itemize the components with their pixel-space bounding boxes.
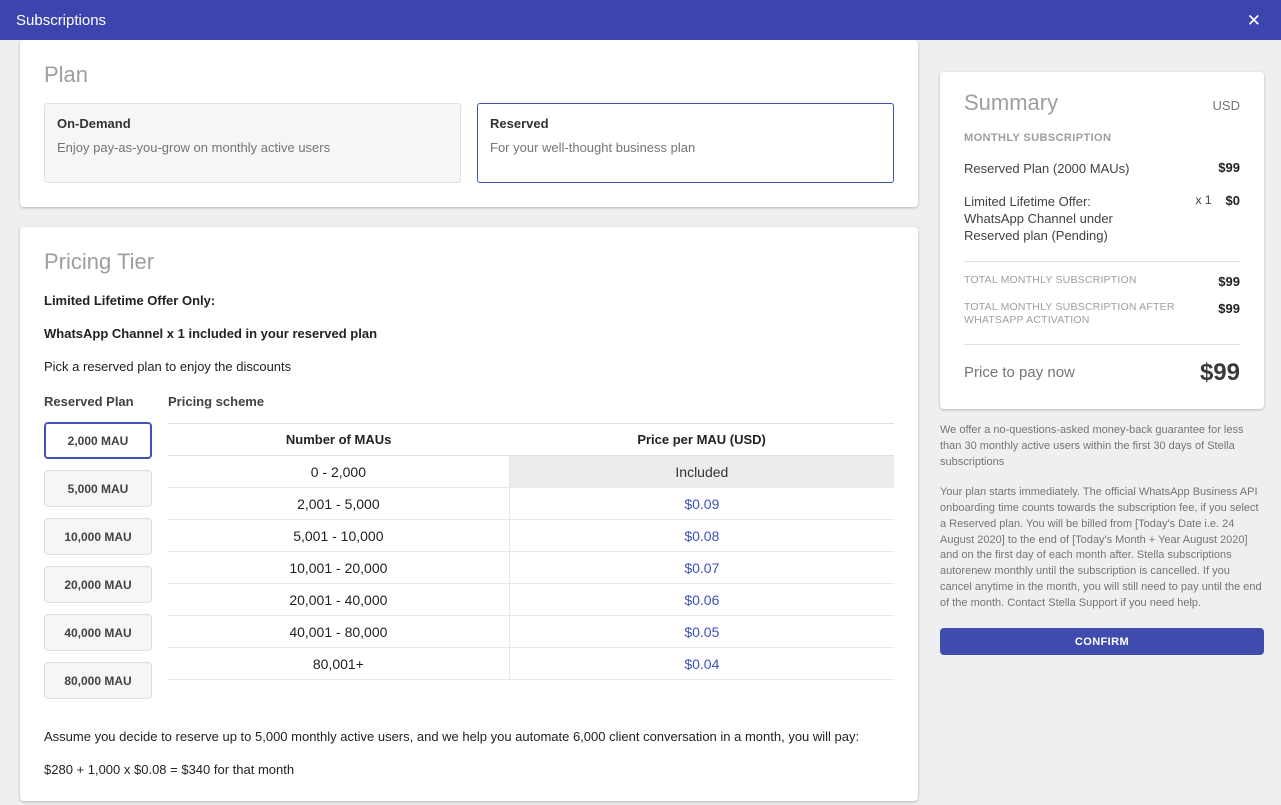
- table-row: 20,001 - 40,000 $0.06: [168, 583, 894, 616]
- mau-button-20000[interactable]: 20,000 MAU: [44, 566, 152, 603]
- app-header: Subscriptions ✕: [0, 0, 1281, 40]
- summary-item-quantity: x 1: [1195, 193, 1212, 208]
- total-amount: $99: [1218, 300, 1240, 316]
- plan-option-on-demand[interactable]: On-Demand Enjoy pay-as-you-grow on month…: [44, 103, 461, 183]
- pricing-table: Number of MAUs Price per MAU (USD) 0 - 2…: [168, 423, 894, 680]
- summary-header: Summary USD: [964, 90, 1240, 116]
- reserved-plan-label: Reserved Plan: [44, 394, 134, 409]
- price-cell: $0.04: [509, 647, 894, 680]
- total-label: TOTAL MONTHLY SUBSCRIPTION AFTER WHATSAP…: [964, 300, 1175, 327]
- summary-item-label: Reserved Plan (2000 MAUs): [964, 161, 1130, 176]
- pricing-grid: Reserved Plan 2,000 MAU 5,000 MAU 10,000…: [44, 394, 894, 699]
- column-header-price: Price per MAU (USD): [509, 423, 894, 456]
- reserved-plans-column: Reserved Plan 2,000 MAU 5,000 MAU 10,000…: [44, 394, 152, 699]
- plan-section-title: Plan: [44, 62, 89, 87]
- plan-options: On-Demand Enjoy pay-as-you-grow on month…: [44, 103, 894, 183]
- table-header-row: Number of MAUs Price per MAU (USD): [168, 423, 894, 456]
- close-icon[interactable]: ✕: [1243, 10, 1265, 31]
- mau-range-cell: 5,001 - 10,000: [168, 519, 510, 552]
- table-row: 80,001+ $0.04: [168, 647, 894, 680]
- plan-option-name: On-Demand: [57, 116, 131, 131]
- total-monthly-subscription-row: TOTAL MONTHLY SUBSCRIPTION $99: [964, 274, 1240, 289]
- monthly-subscription-header: MONTHLY SUBSCRIPTION: [964, 132, 1112, 144]
- left-column: Plan On-Demand Enjoy pay-as-you-grow on …: [20, 40, 918, 801]
- table-row: 5,001 - 10,000 $0.08: [168, 519, 894, 552]
- price-cell: $0.05: [509, 615, 894, 648]
- table-row: 2,001 - 5,000 $0.09: [168, 487, 894, 520]
- mau-button-10000[interactable]: 10,000 MAU: [44, 518, 152, 555]
- pricing-tier-section: Pricing Tier Limited Lifetime Offer Only…: [20, 227, 918, 801]
- summary-item-reserved-plan: Reserved Plan (2000 MAUs) $99: [964, 160, 1240, 177]
- divider: [964, 260, 1240, 262]
- summary-panel: Summary USD MONTHLY SUBSCRIPTION Reserve…: [940, 72, 1264, 409]
- price-to-pay-amount: $99: [1199, 358, 1240, 386]
- price-to-pay-row: Price to pay now $99: [964, 359, 1240, 387]
- mau-range-cell: 0 - 2,000: [168, 455, 510, 488]
- summary-item-amount: $0: [1225, 193, 1240, 209]
- plan-section: Plan On-Demand Enjoy pay-as-you-grow on …: [20, 40, 918, 207]
- summary-title: Summary: [964, 90, 1059, 115]
- table-row: 40,001 - 80,000 $0.05: [168, 615, 894, 648]
- mau-button-2000[interactable]: 2,000 MAU: [44, 422, 152, 459]
- summary-item-amount: $99: [1218, 160, 1240, 175]
- main-content: Plan On-Demand Enjoy pay-as-you-grow on …: [0, 40, 1281, 801]
- divider: [964, 343, 1240, 345]
- total-amount: $99: [1218, 273, 1240, 289]
- mau-button-5000[interactable]: 5,000 MAU: [44, 470, 152, 507]
- confirm-button[interactable]: CONFIRM: [940, 628, 1264, 656]
- pricing-scheme-column: Pricing scheme Number of MAUs Price per …: [168, 394, 894, 699]
- summary-item-lifetime-offer: Limited Lifetime Offer: WhatsApp Channel…: [964, 193, 1240, 244]
- mau-button-80000[interactable]: 80,000 MAU: [44, 662, 152, 699]
- offer-line-2: WhatsApp Channel x 1 included in your re…: [44, 326, 378, 341]
- total-after-activation-row: TOTAL MONTHLY SUBSCRIPTION AFTER WHATSAP…: [964, 301, 1240, 328]
- offer-line-1: Limited Lifetime Offer Only:: [44, 293, 216, 308]
- column-header-maus: Number of MAUs: [168, 423, 510, 456]
- pricing-tier-title: Pricing Tier: [44, 249, 155, 274]
- currency-label: USD: [1212, 98, 1240, 113]
- pricing-example-text: Assume you decide to reserve up to 5,000…: [44, 729, 860, 744]
- page-title: Subscriptions: [16, 11, 107, 29]
- right-column: Summary USD MONTHLY SUBSCRIPTION Reserve…: [940, 72, 1264, 656]
- price-cell: $0.06: [509, 583, 894, 616]
- pricing-scheme-label: Pricing scheme: [168, 394, 265, 409]
- plan-option-description: Enjoy pay-as-you-grow on monthly active …: [57, 140, 331, 155]
- mau-button-40000[interactable]: 40,000 MAU: [44, 614, 152, 651]
- plan-option-name: Reserved: [490, 116, 549, 131]
- mau-range-cell: 10,001 - 20,000: [168, 551, 510, 584]
- money-back-guarantee-text: We offer a no-questions-asked money-back…: [940, 423, 1244, 468]
- table-row: 0 - 2,000 Included: [168, 455, 894, 488]
- pick-plan-instruction: Pick a reserved plan to enjoy the discou…: [44, 359, 292, 374]
- price-cell: Included: [509, 455, 894, 488]
- billing-terms-text: Your plan starts immediately. The offici…: [940, 485, 1262, 610]
- price-cell: $0.08: [509, 519, 894, 552]
- table-row: 10,001 - 20,000 $0.07: [168, 551, 894, 584]
- price-cell: $0.09: [509, 487, 894, 520]
- mau-range-cell: 40,001 - 80,000: [168, 615, 510, 648]
- plan-option-description: For your well-thought business plan: [490, 140, 696, 155]
- mau-range-cell: 2,001 - 5,000: [168, 487, 510, 520]
- plan-option-reserved[interactable]: Reserved For your well-thought business …: [477, 103, 894, 183]
- summary-item-label: Limited Lifetime Offer: WhatsApp Channel…: [964, 194, 1113, 244]
- total-label: TOTAL MONTHLY SUBSCRIPTION: [964, 273, 1137, 286]
- price-cell: $0.07: [509, 551, 894, 584]
- mau-range-cell: 20,001 - 40,000: [168, 583, 510, 616]
- pricing-example-calculation: $280 + 1,000 x $0.08 = $340 for that mon…: [44, 762, 295, 777]
- mau-range-cell: 80,001+: [168, 647, 510, 680]
- price-to-pay-label: Price to pay now: [964, 364, 1075, 382]
